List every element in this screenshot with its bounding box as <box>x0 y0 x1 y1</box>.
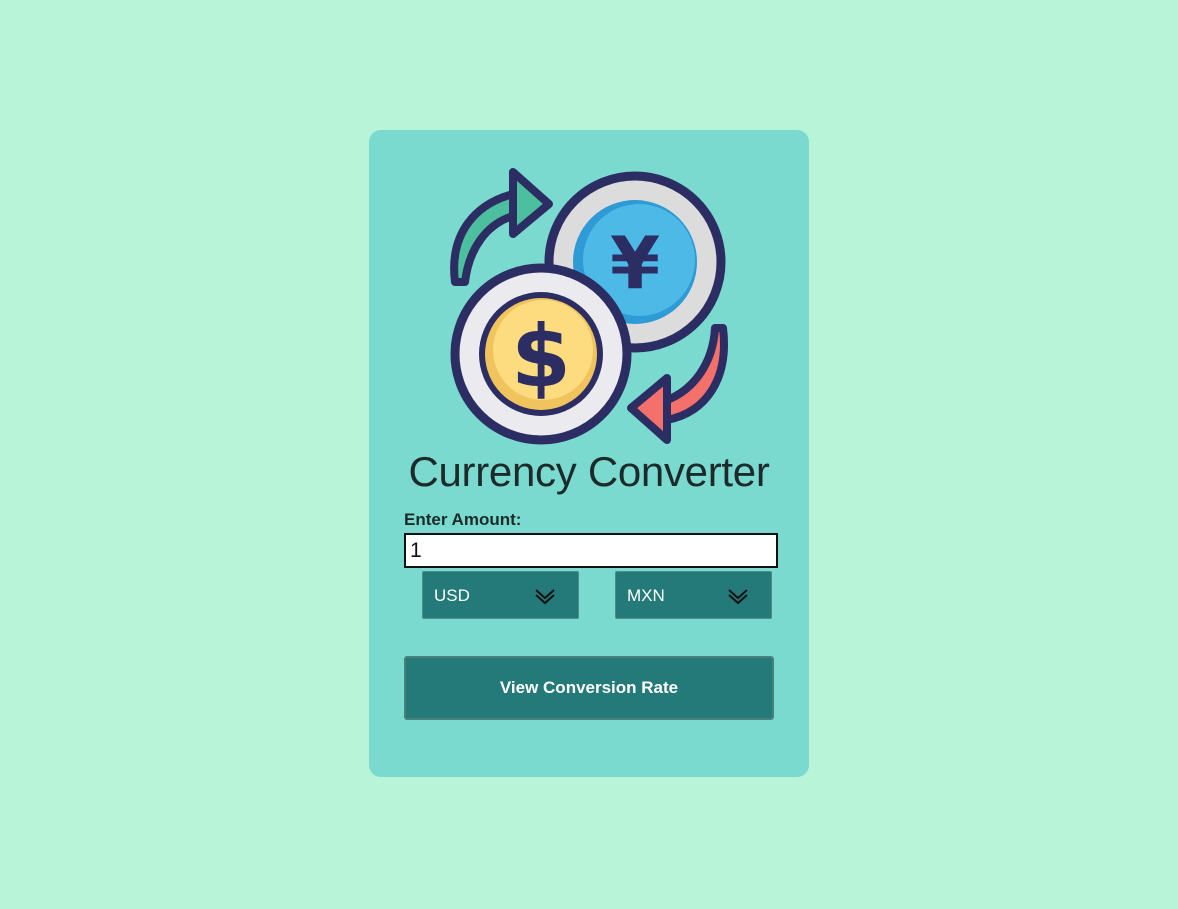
dollar-symbol: $ <box>511 307 571 407</box>
amount-label: Enter Amount: <box>404 510 522 529</box>
amount-input[interactable] <box>404 533 778 568</box>
to-currency-value: MXN <box>627 586 665 605</box>
from-currency-select[interactable]: USD <box>422 571 579 619</box>
yen-symbol: ¥ <box>610 221 660 305</box>
page-title: Currency Converter <box>408 448 770 495</box>
from-currency-value: USD <box>434 586 470 605</box>
to-currency-select[interactable]: MXN <box>615 571 772 619</box>
currency-exchange-icon: ¥ $ <box>450 168 728 445</box>
chevron-down-icon <box>728 589 748 605</box>
chevron-down-icon <box>535 589 555 605</box>
converter-card: ¥ $ Currency Converter Enter Amount: USD… <box>369 130 809 777</box>
view-conversion-rate-button[interactable]: View Conversion Rate <box>404 656 774 720</box>
